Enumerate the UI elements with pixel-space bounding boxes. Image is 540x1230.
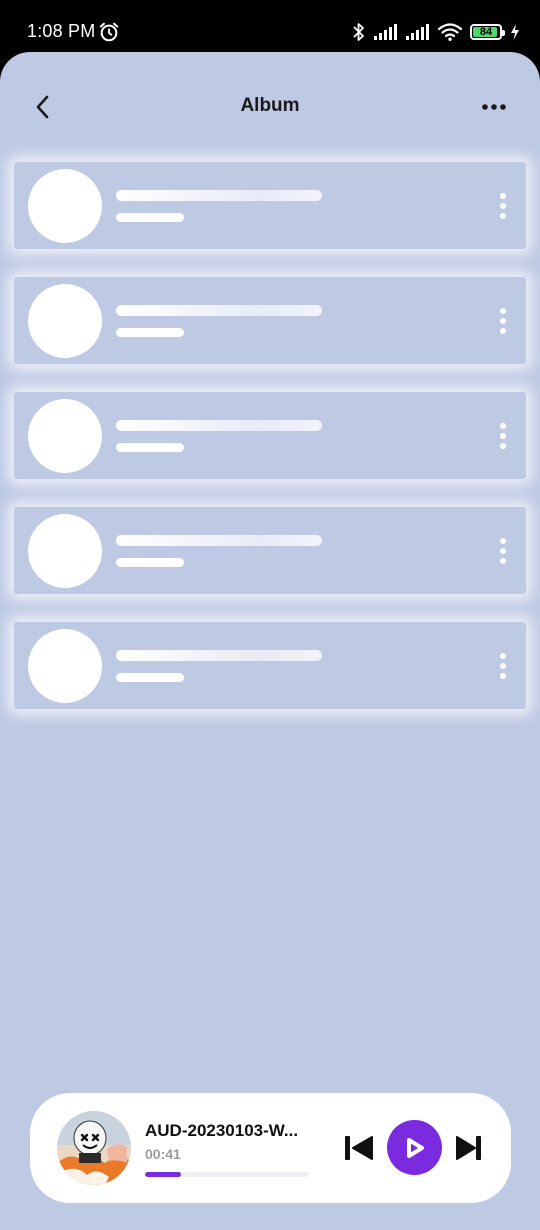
battery-level-text: 84 [479, 26, 493, 38]
menu-dot [500, 673, 506, 679]
page-title: Album [240, 95, 300, 116]
menu-dot [500, 653, 506, 659]
wifi-icon [438, 23, 462, 41]
menu-dot [500, 213, 506, 219]
status-icons: 84 [352, 20, 520, 44]
skip-previous-icon [345, 1136, 373, 1160]
album-list-item[interactable] [14, 277, 526, 364]
album-art-image [57, 1111, 131, 1185]
album-subtitle-placeholder [116, 213, 184, 222]
album-subtitle-placeholder [116, 443, 184, 452]
album-thumbnail-placeholder [28, 169, 102, 243]
progress-bar[interactable] [145, 1172, 309, 1177]
more-options-button[interactable] [478, 94, 510, 120]
menu-dot [500, 308, 506, 314]
track-elapsed-time: 00:41 [145, 1146, 181, 1162]
menu-dot [500, 318, 506, 324]
more-vertical-icon[interactable] [496, 423, 510, 449]
play-button[interactable] [387, 1120, 442, 1175]
play-icon [406, 1137, 424, 1158]
alarm-icon [99, 22, 119, 42]
mini-player[interactable]: AUD-20230103-W... 00:41 [30, 1093, 511, 1203]
battery-icon: 84 [470, 24, 505, 40]
menu-dot [500, 423, 506, 429]
skip-next-icon [456, 1136, 481, 1160]
next-button[interactable] [455, 1135, 483, 1161]
album-subtitle-placeholder [116, 673, 184, 682]
signal-icon [374, 24, 397, 40]
progress-fill [145, 1172, 182, 1177]
album-thumbnail-placeholder [28, 399, 102, 473]
menu-dot [500, 538, 506, 544]
album-title-placeholder [116, 420, 322, 431]
more-vertical-icon[interactable] [496, 308, 510, 334]
track-title[interactable]: AUD-20230103-W... [145, 1121, 315, 1141]
menu-dot [500, 433, 506, 439]
album-list-item[interactable] [14, 162, 526, 249]
menu-dot [500, 443, 506, 449]
album-screen: Album AUD-20230103-W... 00:41 [0, 52, 540, 1230]
more-vertical-icon[interactable] [496, 538, 510, 564]
menu-dot [500, 663, 506, 669]
menu-dot [500, 558, 506, 564]
album-thumbnail-placeholder [28, 514, 102, 588]
album-art[interactable] [57, 1111, 131, 1185]
more-horizontal-icon [482, 104, 506, 110]
charging-icon [511, 24, 519, 40]
album-title-placeholder [116, 190, 322, 201]
status-time: 1:08 PM [27, 21, 96, 41]
menu-dot [500, 193, 506, 199]
more-vertical-icon[interactable] [496, 653, 510, 679]
album-list-item[interactable] [14, 507, 526, 594]
signal-icon [406, 24, 429, 40]
menu-dot [500, 203, 506, 209]
more-vertical-icon[interactable] [496, 193, 510, 219]
battery-cap [502, 30, 505, 36]
menu-dot [500, 548, 506, 554]
album-title-placeholder [116, 535, 322, 546]
previous-button[interactable] [344, 1135, 374, 1161]
menu-dot [500, 328, 506, 334]
header: Album [0, 52, 540, 162]
bluetooth-icon [353, 23, 364, 41]
album-list-item[interactable] [14, 392, 526, 479]
album-thumbnail-placeholder [28, 284, 102, 358]
album-subtitle-placeholder [116, 328, 184, 337]
album-list [14, 162, 526, 737]
album-title-placeholder [116, 305, 322, 316]
album-list-item[interactable] [14, 622, 526, 709]
album-thumbnail-placeholder [28, 629, 102, 703]
album-title-placeholder [116, 650, 322, 661]
album-subtitle-placeholder [116, 558, 184, 567]
